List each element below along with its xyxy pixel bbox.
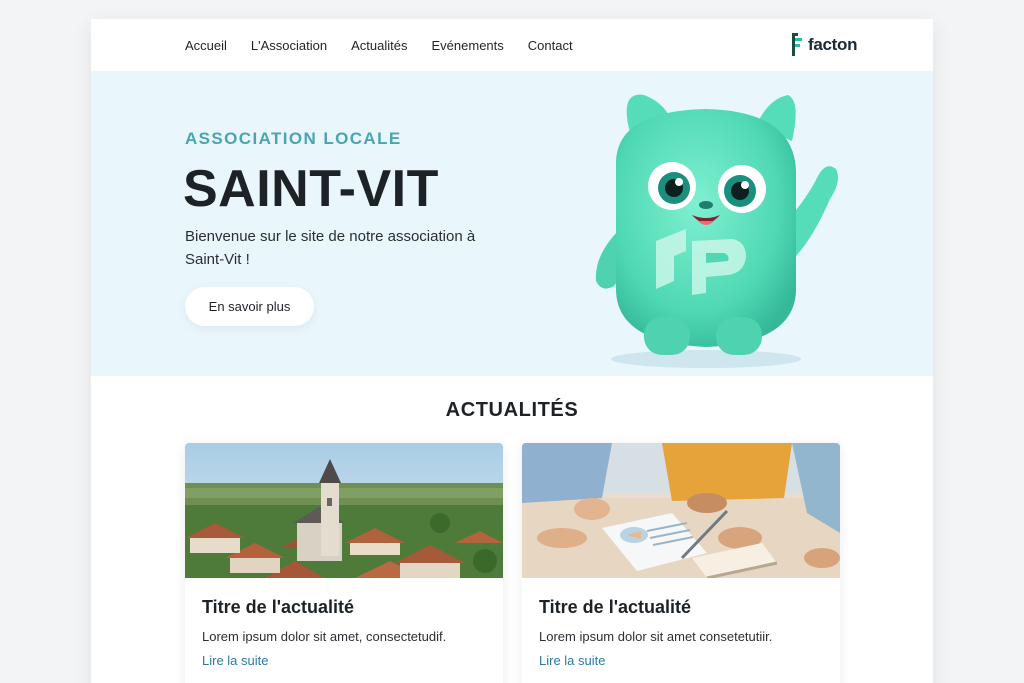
nav-item-actualites[interactable]: Actualités bbox=[351, 38, 407, 53]
news-card[interactable]: Titre de l'actualité Lorem ipsum dolor s… bbox=[522, 443, 840, 683]
village-photo bbox=[185, 443, 503, 578]
nav-item-evenements[interactable]: Evénements bbox=[432, 38, 504, 53]
news-card-title: Titre de l'actualité bbox=[202, 597, 354, 617]
news-card-title: Titre de l'actualité bbox=[539, 597, 691, 617]
read-more-link[interactable]: Lire la suite bbox=[539, 653, 605, 668]
news-card[interactable]: Titre de l'actualité Lorem ipsum dolor s… bbox=[185, 443, 503, 683]
news-card-text: Lorem ipsum dolor sit amet, consectetudi… bbox=[202, 629, 447, 644]
top-navigation: Accueil L'Association Actualités Evéneme… bbox=[91, 19, 933, 71]
mascot-illustration bbox=[595, 94, 838, 368]
logo[interactable]: facton bbox=[790, 32, 858, 57]
read-more-link[interactable]: Lire la suite bbox=[202, 653, 268, 668]
learn-more-button[interactable]: En savoir plus bbox=[185, 287, 314, 326]
hero-title: SAINT-VIT bbox=[183, 160, 439, 218]
news-card-text: Lorem ipsum dolor sit amet consetetutiir… bbox=[539, 629, 773, 644]
meeting-photo bbox=[522, 443, 840, 578]
hero-section: ASSOCIATION LOCALE SAINT-VIT Bienvenue s… bbox=[91, 71, 933, 376]
nav-item-accueil[interactable]: Accueil bbox=[185, 38, 227, 53]
hero-welcome-text: Bienvenue sur le site de notre associati… bbox=[185, 228, 476, 268]
news-heading: ACTUALITÉS bbox=[445, 399, 579, 421]
page-container: Accueil L'Association Actualités Evéneme… bbox=[91, 19, 933, 683]
nav-item-association[interactable]: L'Association bbox=[251, 38, 327, 53]
logo-text: facton bbox=[808, 34, 858, 54]
hero-eyebrow: ASSOCIATION LOCALE bbox=[185, 129, 402, 148]
logo-icon bbox=[792, 33, 802, 56]
nav-links: Accueil L'Association Actualités Evéneme… bbox=[185, 38, 597, 53]
nav-item-contact[interactable]: Contact bbox=[528, 38, 573, 53]
